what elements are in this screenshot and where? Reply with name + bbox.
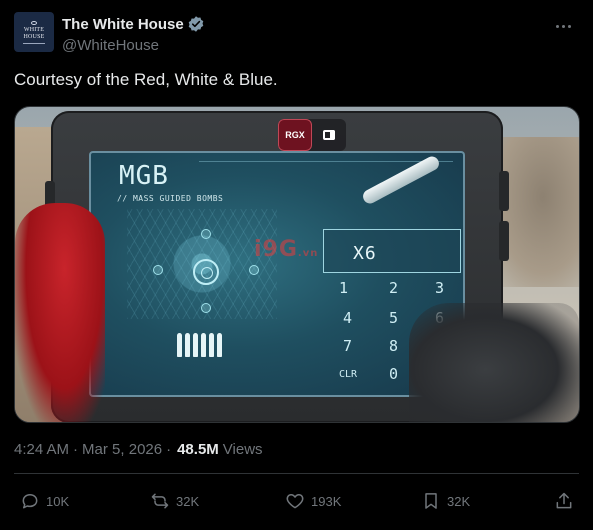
avatar-text-line2: HOUSE <box>23 33 45 40</box>
tweet-header: WHITE HOUSE The White House @WhiteHouse <box>14 12 579 58</box>
views-count[interactable]: 48.5M <box>177 441 219 458</box>
more-options-icon[interactable] <box>551 14 575 38</box>
media-overlay-tags: RGX <box>278 119 346 151</box>
reply-count: 10K <box>46 493 70 509</box>
avatar-divider <box>23 42 45 44</box>
like-count: 193K <box>311 493 342 509</box>
quantity-display: X6 <box>353 243 377 264</box>
target-dot-icon <box>249 265 259 275</box>
tweet-media[interactable]: MGB // MASS GUIDED BOMBS X6 1 2 3 4 5 6 … <box>14 106 580 423</box>
share-icon <box>556 492 572 509</box>
keypad-key: 1 <box>339 279 349 297</box>
handle[interactable]: @WhiteHouse <box>62 37 159 54</box>
bookmark-icon <box>425 493 437 509</box>
dark-glove-hand <box>409 303 579 422</box>
tablet-button-right-2 <box>499 221 509 261</box>
share-button[interactable] <box>554 484 574 518</box>
like-button[interactable]: 193K <box>285 484 341 518</box>
rgx-tag[interactable]: RGX <box>278 119 312 151</box>
tweet-meta: 4:24 AM · Mar 5, 2026 · 48.5M Views <box>14 441 263 458</box>
watermark-suffix: .vn <box>297 248 319 259</box>
reply-button[interactable]: 10K <box>20 484 69 518</box>
screen-subtitle: // MASS GUIDED BOMBS <box>117 194 224 203</box>
bomb-ammo-icons <box>177 333 222 357</box>
keypad-key: 4 <box>343 309 353 327</box>
red-glove-hand <box>15 203 105 422</box>
screen-header-line <box>199 161 453 162</box>
target-dot-icon <box>201 303 211 313</box>
display-name[interactable]: The White House <box>62 16 184 33</box>
keypad-key: 5 <box>389 309 399 327</box>
seal-icon <box>31 20 37 25</box>
bookmark-button[interactable]: 32K <box>421 484 470 518</box>
quantity-display-box <box>323 229 461 273</box>
repost-count: 32K <box>176 493 200 509</box>
keypad-key: 0 <box>389 365 399 383</box>
reply-icon <box>22 494 38 509</box>
picture-in-picture-icon[interactable] <box>312 119 346 151</box>
name-row: The White House <box>62 15 205 33</box>
bookmark-count: 32K <box>447 493 471 509</box>
tablet-button-right <box>499 171 509 211</box>
verified-badge-icon[interactable] <box>187 15 205 33</box>
meta-separator: · <box>166 441 172 458</box>
target-dot-icon <box>153 265 163 275</box>
watermark-text: i9G <box>254 237 298 262</box>
tweet-time[interactable]: 4:24 AM <box>14 441 69 458</box>
repost-icon <box>151 493 169 509</box>
screen-title: MGB <box>119 161 169 191</box>
avatar[interactable]: WHITE HOUSE <box>14 12 54 52</box>
meta-separator: · <box>73 441 79 458</box>
heart-icon <box>286 494 304 509</box>
tweet-text: Courtesy of the Red, White & Blue. <box>14 70 278 89</box>
avatar-text-line1: WHITE <box>23 26 45 33</box>
keypad-key: 2 <box>389 279 399 297</box>
target-dot-icon <box>201 229 211 239</box>
keypad-key: 3 <box>435 279 445 297</box>
tweet-date[interactable]: Mar 5, 2026 <box>82 441 162 458</box>
keypad-key: 7 <box>343 337 353 355</box>
watermark: i9G.vn <box>254 237 318 262</box>
views-label: Views <box>222 441 263 458</box>
repost-button[interactable]: 32K <box>150 484 199 518</box>
divider <box>14 473 579 474</box>
keypad-key: CLR <box>339 369 358 380</box>
keypad-key: 8 <box>389 337 399 355</box>
crosshair-icon <box>193 259 219 285</box>
action-bar: 10K 32K 193K 32K <box>14 484 579 518</box>
